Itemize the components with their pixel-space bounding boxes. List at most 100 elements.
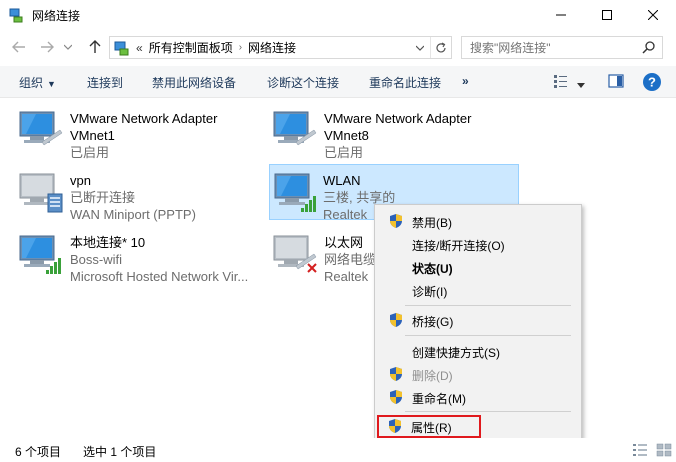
- connection-item-vmnet8[interactable]: VMware Network Adapter VMnet8 已启用: [270, 102, 520, 160]
- uac-shield-icon: [388, 389, 404, 405]
- menu-item-delete: 删除(D): [378, 363, 578, 385]
- wireless-adapter-icon: [16, 232, 66, 276]
- change-view-button[interactable]: [552, 72, 570, 93]
- search-icon[interactable]: [642, 40, 656, 57]
- minimize-icon: [556, 14, 566, 16]
- diagnose-button[interactable]: 诊断这个连接: [267, 74, 339, 91]
- menu-item-diagnose[interactable]: 诊断(I): [378, 279, 578, 301]
- menu-item-label: 诊断(I): [412, 285, 448, 299]
- arrow-up-icon: [89, 40, 101, 53]
- address-row: « 所有控制面板项 › 网络连接: [0, 32, 676, 62]
- menu-separator: [405, 411, 571, 412]
- menu-item-rename[interactable]: 重命名(M): [378, 386, 578, 408]
- chevron-down-icon: [416, 45, 424, 51]
- search-box[interactable]: [461, 36, 663, 59]
- selection-count: 选中 1 个项目: [83, 445, 157, 459]
- window-title: 网络连接: [32, 8, 81, 23]
- caret-down-icon: ▼: [47, 79, 56, 89]
- maximize-button[interactable]: [584, 0, 630, 30]
- rename-button[interactable]: 重命名此连接: [369, 74, 441, 91]
- menu-item-disable[interactable]: 禁用(B): [378, 210, 578, 232]
- chevron-down-icon: [64, 44, 72, 50]
- menu-item-label: 属性(R): [411, 421, 452, 435]
- help-button[interactable]: ?: [642, 72, 662, 95]
- wireless-adapter-icon: [271, 170, 321, 214]
- uac-shield-icon: [388, 213, 404, 229]
- close-button[interactable]: [630, 0, 676, 30]
- preview-pane-button[interactable]: [607, 72, 625, 93]
- help-icon: ?: [643, 73, 661, 91]
- address-dropdown-button[interactable]: [411, 37, 429, 58]
- svg-text:?: ?: [648, 75, 656, 90]
- close-icon: [648, 10, 658, 20]
- view-options-dropdown[interactable]: [577, 78, 585, 92]
- connection-name: WLAN: [323, 173, 361, 188]
- title-bar: 网络连接: [0, 0, 676, 30]
- connection-item-vpn[interactable]: vpn 已断开连接 WAN Miniport (PPTP): [16, 164, 266, 222]
- address-bar[interactable]: « 所有控制面板项 › 网络连接: [109, 36, 452, 59]
- ethernet-adapter-icon: [270, 232, 320, 276]
- connection-status: 已断开连接: [70, 190, 136, 205]
- connection-network: Boss-wifi: [70, 252, 123, 267]
- details-view-icon: [633, 444, 647, 456]
- connection-item-vmnet1[interactable]: VMware Network Adapter VMnet1 已启用: [16, 102, 266, 160]
- menu-item-label: 创建快捷方式(S): [412, 346, 500, 360]
- refresh-button[interactable]: [430, 37, 451, 58]
- menu-item-create-shortcut[interactable]: 创建快捷方式(S): [378, 340, 578, 362]
- menu-item-connect-disconnect[interactable]: 连接/断开连接(O): [378, 233, 578, 255]
- menu-item-label: 桥接(G): [412, 315, 454, 329]
- menu-separator: [405, 335, 571, 336]
- recent-locations-button[interactable]: [62, 38, 74, 56]
- menu-separator: [405, 305, 571, 306]
- breadcrumb-control-panel[interactable]: 所有控制面板项: [149, 39, 233, 56]
- vpn-connection-icon: [16, 170, 66, 214]
- connection-device: VMnet1: [70, 128, 115, 143]
- item-count: 6 个项目: [15, 445, 62, 459]
- organize-label: 组织: [19, 76, 44, 90]
- large-icons-view-icon: [656, 443, 672, 457]
- menu-item-label: 删除(D): [412, 369, 453, 383]
- refresh-icon: [436, 41, 446, 52]
- context-menu: 禁用(B) 连接/断开连接(O) 状态(U) 诊断(I) 桥接(G) 创建快捷方…: [374, 204, 582, 440]
- menu-item-status[interactable]: 状态(U): [378, 256, 578, 278]
- menu-item-bridge[interactable]: 桥接(G): [378, 309, 578, 331]
- status-bar: 6 个项目 选中 1 个项目: [0, 438, 676, 462]
- minimize-button[interactable]: [538, 0, 584, 30]
- arrow-right-icon: [41, 41, 54, 53]
- network-connections-icon: [8, 7, 24, 23]
- search-input[interactable]: [470, 40, 640, 55]
- connection-name: 本地连接* 10: [70, 235, 146, 250]
- large-icons-view-toggle[interactable]: [656, 443, 672, 460]
- back-button[interactable]: [10, 38, 28, 56]
- connection-device: VMnet8: [324, 128, 369, 143]
- breadcrumb-separator-icon[interactable]: ›: [239, 42, 242, 53]
- connection-status: 已启用: [70, 145, 110, 160]
- more-commands-button[interactable]: »: [462, 74, 469, 88]
- connect-to-button[interactable]: 连接到: [87, 74, 123, 91]
- menu-item-label: 重命名(M): [412, 392, 466, 406]
- connection-device: WAN Miniport (PPTP): [70, 207, 196, 222]
- network-adapter-icon: [270, 108, 320, 152]
- details-view-toggle[interactable]: [632, 443, 648, 460]
- breadcrumb-overflow[interactable]: «: [136, 41, 143, 55]
- connection-status: 已启用: [324, 145, 364, 160]
- breadcrumb-network-connections[interactable]: 网络连接: [248, 39, 296, 56]
- arrow-left-icon: [12, 41, 25, 53]
- disable-device-button[interactable]: 禁用此网络设备: [152, 74, 236, 91]
- connection-item-local-10[interactable]: 本地连接* 10 Boss-wifi Microsoft Hosted Netw…: [16, 226, 266, 284]
- command-bar: 组织 ▼ 连接到 禁用此网络设备 诊断这个连接 重命名此连接 » ?: [0, 66, 676, 98]
- organize-button[interactable]: 组织 ▼: [19, 74, 56, 91]
- details-view-icon: [554, 75, 567, 88]
- connection-device: Microsoft Hosted Network Vir...: [70, 269, 249, 284]
- menu-item-properties[interactable]: 属性(R): [377, 415, 481, 438]
- connection-name: VMware Network Adapter: [70, 111, 218, 126]
- up-button[interactable]: [86, 38, 104, 56]
- menu-item-label: 禁用(B): [412, 216, 452, 230]
- uac-shield-icon: [387, 418, 403, 434]
- uac-shield-icon: [388, 366, 404, 382]
- preview-pane-icon: [608, 74, 624, 88]
- menu-item-label: 状态(U): [412, 262, 453, 276]
- caret-down-icon: [577, 83, 585, 88]
- maximize-icon: [602, 10, 612, 20]
- forward-button[interactable]: [38, 38, 56, 56]
